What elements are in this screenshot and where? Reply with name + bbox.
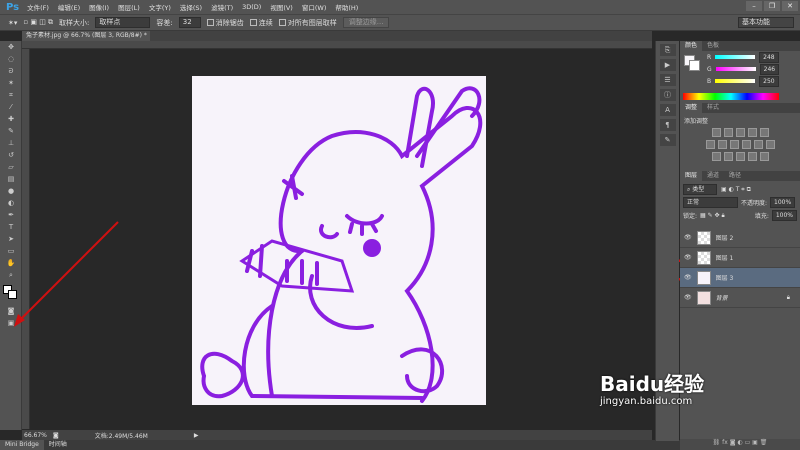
green-value[interactable]: 246 (759, 63, 780, 75)
layers-panel-tabs: 图层 通道 路径 (680, 171, 800, 181)
zoom-level[interactable]: 66.67% (24, 432, 47, 439)
tab-paths[interactable]: 路径 (724, 171, 746, 181)
blend-mode-select[interactable]: 正常 (683, 197, 738, 208)
layer-row[interactable]: 👁︎ 背景 🔒︎ (680, 288, 800, 308)
eye-icon[interactable]: 👁︎ (684, 294, 692, 301)
properties-icon[interactable]: ☰ (659, 74, 676, 86)
color-spectrum[interactable] (683, 93, 779, 100)
lock-icon: 🔒︎ (786, 293, 790, 301)
baidu-watermark: Baidu经验 jingyan.baidu.com (600, 372, 705, 407)
status-arrow-icon[interactable]: ▶ (194, 432, 199, 439)
tab-timeline[interactable]: 时间轴 (44, 440, 72, 450)
lock-label: 锁定: (683, 213, 698, 220)
color-panel-tabs: 颜色 色板 (680, 41, 800, 51)
lock-icons[interactable]: ▦ ✎ ✥ 🔒︎ (700, 212, 725, 220)
paragraph-icon[interactable]: ¶ (659, 119, 676, 131)
layer-filter-select[interactable]: ⌕ 类型 (683, 184, 717, 195)
layers-footer-icons[interactable]: ⛓ fx ◙ ◐ ▭ ▣ 🗑︎ (680, 439, 800, 450)
layers-list: 👁︎ 图层 2 👁︎ 图层 1 👁︎ 图层 3 👁︎ 背景 🔒︎ (680, 228, 800, 308)
tab-swatches[interactable]: 色板 (702, 41, 724, 51)
actions-icon[interactable]: ▶ (659, 59, 676, 71)
tab-color[interactable]: 颜色 (680, 41, 703, 51)
filter-icons[interactable]: ▣ ◐ T ⌗ ⧉ (721, 186, 751, 194)
adjustment-icons-row-3[interactable] (684, 152, 796, 161)
layers-controls: ⌕ 类型 ▣ ◐ T ⌗ ⧉ 正常 不透明度: 100% 锁定: ▦ ✎ ✥ 🔒︎ 填充:… (680, 181, 800, 224)
fill-label: 填充: (754, 213, 769, 220)
add-adjustment-label: 添加调整 (684, 118, 709, 125)
tab-channels[interactable]: 通道 (702, 171, 724, 181)
tab-adjustments[interactable]: 调整 (680, 103, 703, 113)
red-arrow (17, 221, 119, 323)
layer-row[interactable]: 👁︎ 图层 2 (680, 228, 800, 248)
blue-slider[interactable] (715, 79, 756, 83)
eye-icon[interactable]: 👁︎ (684, 274, 692, 281)
red-slider[interactable] (715, 55, 756, 59)
adjustment-icons-row-1[interactable] (684, 128, 796, 137)
red-value[interactable]: 248 (759, 51, 779, 63)
adjustment-icons-row-2[interactable] (684, 140, 796, 149)
tab-styles[interactable]: 样式 (702, 103, 724, 113)
brush-panel-icon[interactable]: ✎ (659, 134, 676, 146)
history-icon[interactable]: ⎘ (659, 44, 676, 56)
color-panel: R 248 G 246 B 250 (680, 51, 800, 103)
status-bar: 66.67% ◙ 文档:2.49M/5.46M ▶ (22, 430, 652, 440)
blue-value[interactable]: 250 (759, 75, 779, 87)
adjust-panel-tabs: 调整 样式 (680, 103, 800, 113)
character-icon[interactable]: A (659, 104, 676, 116)
status-icon[interactable]: ◙ (53, 432, 59, 439)
eye-icon[interactable]: 👁︎ (684, 254, 692, 261)
layer-row[interactable]: 👁︎ 图层 1 (680, 248, 800, 268)
opacity-input[interactable]: 100% (770, 197, 796, 208)
tab-layers[interactable]: 图层 (680, 171, 703, 181)
tab-mini-bridge[interactable]: Mini Bridge (0, 440, 44, 450)
fill-input[interactable]: 100% (771, 210, 797, 221)
adjustments-panel: 添加调整 (680, 113, 800, 171)
doc-info: 文档:2.49M/5.46M (94, 432, 148, 440)
opacity-label: 不透明度: (741, 200, 768, 207)
info-icon[interactable]: ⓘ (659, 89, 676, 101)
layer-row-selected[interactable]: 👁︎ 图层 3 (680, 268, 800, 288)
eye-icon[interactable]: 👁︎ (684, 234, 692, 241)
green-slider[interactable] (715, 67, 756, 71)
